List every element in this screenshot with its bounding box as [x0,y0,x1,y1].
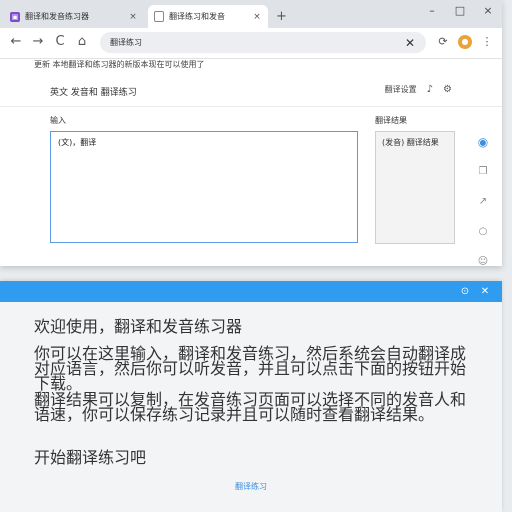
settings-gear-icon[interactable]: ⚙ [443,84,452,95]
panel-restore-icon[interactable]: ⊙ [458,285,472,298]
home-button[interactable]: ⌂ [74,34,90,50]
comment-icon[interactable]: ○ [476,224,490,240]
source-text-input[interactable]: (文)，翻译 [50,131,358,243]
settings-link[interactable]: 翻译设置 [385,84,417,95]
forward-button[interactable]: → [30,34,46,50]
clear-address-icon[interactable]: ✕ [402,36,418,50]
tab-translator[interactable]: ▣ 翻译和发音练习器 × [4,5,144,28]
start-practice-link[interactable]: 翻译练习 [0,481,502,492]
tab-title: 翻译练习和发音 [169,12,225,21]
page-title: 英文 发音和 翻译练习 [50,88,137,98]
bell-icon[interactable]: ♪ [427,84,433,95]
panel-close-icon[interactable]: ✕ [478,285,492,298]
document-favicon-icon [154,11,164,22]
new-tab-button[interactable]: + [276,9,287,24]
translation-output: (发音) 翻译结果 [375,131,455,244]
reload-button[interactable]: C [52,34,68,50]
browser-window: ▣ 翻译和发音练习器 × 翻译练习和发音 × + – □ × ← → C ⌂ 翻… [0,0,502,267]
tab-practice[interactable]: 翻译练习和发音 × [148,5,268,28]
window-controls: – □ × [426,4,494,17]
back-button[interactable]: ← [8,34,24,50]
tab-strip: ▣ 翻译和发音练习器 × 翻译练习和发音 × + – □ × [0,0,502,28]
panel-title-bar: ⊙ ✕ [0,281,502,302]
target-label: 翻译结果 [375,116,407,125]
close-window-button[interactable]: × [482,4,494,17]
header-actions: 翻译设置 ♪ ⚙ [385,84,452,95]
profile-avatar[interactable]: ● [458,35,472,49]
welcome-cta-text: 开始翻译练习吧 [34,448,147,467]
info-bar: 更新 本地翻译和练习器的新版本现在可以使用了 [34,60,205,69]
copy-icon[interactable]: ❐ [476,164,490,180]
welcome-paragraph: 翻译结果可以复制，在发音练习页面可以选择不同的发音人和语速，你可以保存练习记录并… [34,390,467,424]
tab-close-icon[interactable]: × [250,12,264,22]
address-bar[interactable]: 翻译练习 ✕ [100,32,426,53]
share-icon[interactable]: ↗ [476,194,490,210]
welcome-panel: ⊙ ✕ 欢迎使用，翻译和发音练习器 你可以在这里输入，翻译和发音练习，然后系统会… [0,281,502,512]
menu-kebab-icon[interactable]: ⋮ [480,35,494,49]
page-header: 英文 发音和 翻译练习 翻译设置 ♪ ⚙ [0,76,502,107]
source-label: 输入 [50,116,66,125]
welcome-paragraph: 你可以在这里输入，翻译和发音练习，然后系统会自动翻译成对应语言，然后你可以听发音… [34,344,467,393]
address-text[interactable]: 翻译练习 [110,37,402,48]
side-toolbar: ◉ ❐ ↗ ○ ☺ [476,134,490,270]
app-favicon-icon: ▣ [10,11,20,22]
browser-toolbar: ← → C ⌂ 翻译练习 ✕ ⟳ ● ⋮ [0,28,502,59]
speaker-icon[interactable]: ◉ [476,134,490,150]
tab-close-icon[interactable]: × [126,12,140,22]
minimize-button[interactable]: – [426,4,438,17]
feedback-icon[interactable]: ☺ [476,254,490,270]
maximize-button[interactable]: □ [454,4,466,17]
tab-title: 翻译和发音练习器 [25,12,89,21]
welcome-heading: 欢迎使用，翻译和发音练习器 [34,317,243,336]
extension-icon[interactable]: ⟳ [436,35,450,49]
